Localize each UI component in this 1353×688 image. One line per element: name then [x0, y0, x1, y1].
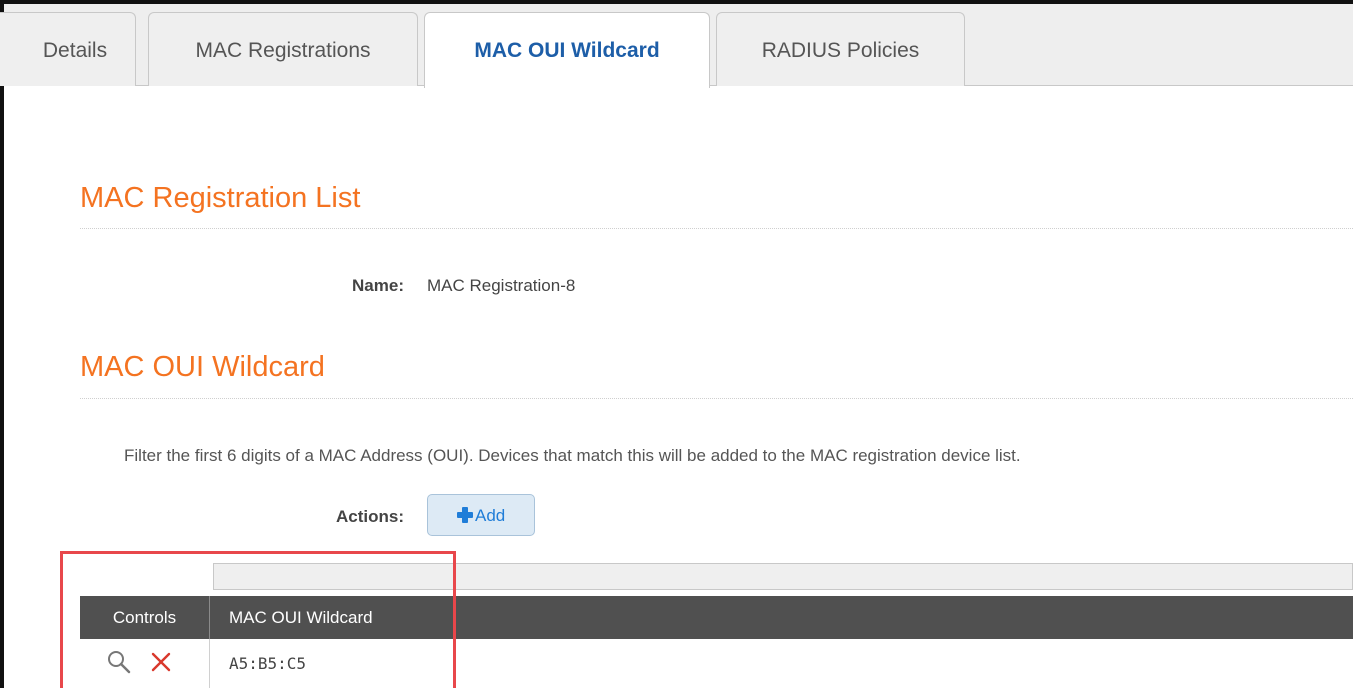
add-button[interactable]: Add	[427, 494, 535, 536]
name-value: MAC Registration-8	[427, 276, 576, 295]
section-divider	[80, 398, 1353, 399]
controls-cell	[80, 639, 210, 688]
actions-label: Actions:	[336, 507, 404, 526]
tab-mac-registrations[interactable]: MAC Registrations	[148, 12, 418, 86]
registration-list-title: MAC Registration List	[80, 182, 361, 214]
table-header: Controls MAC OUI Wildcard	[80, 596, 1353, 639]
plus-icon	[455, 505, 475, 525]
mac-oui-value: A5:B5:C5	[229, 654, 307, 673]
horizontal-scrollbar[interactable]	[213, 563, 1353, 590]
window-frame-left	[0, 0, 4, 688]
tab-mac-oui-wildcard[interactable]: MAC OUI Wildcard	[424, 12, 710, 88]
tab-details[interactable]: Details	[0, 12, 136, 86]
tab-radius-policies[interactable]: RADIUS Policies	[716, 12, 965, 86]
tab-bar: Details MAC Registrations MAC OUI Wildca…	[0, 4, 1353, 88]
delete-icon[interactable]	[148, 649, 174, 675]
search-icon[interactable]	[106, 649, 132, 675]
section-divider	[80, 228, 1353, 229]
column-header-mac-oui-wildcard[interactable]: MAC OUI Wildcard	[229, 596, 373, 639]
oui-description: Filter the first 6 digits of a MAC Addre…	[124, 446, 1021, 465]
oui-section-title: MAC OUI Wildcard	[80, 351, 325, 383]
add-button-label: Add	[475, 506, 506, 525]
table-row: A5:B5:C5	[80, 639, 1353, 688]
column-header-controls: Controls	[80, 596, 210, 639]
name-label: Name:	[352, 276, 404, 295]
